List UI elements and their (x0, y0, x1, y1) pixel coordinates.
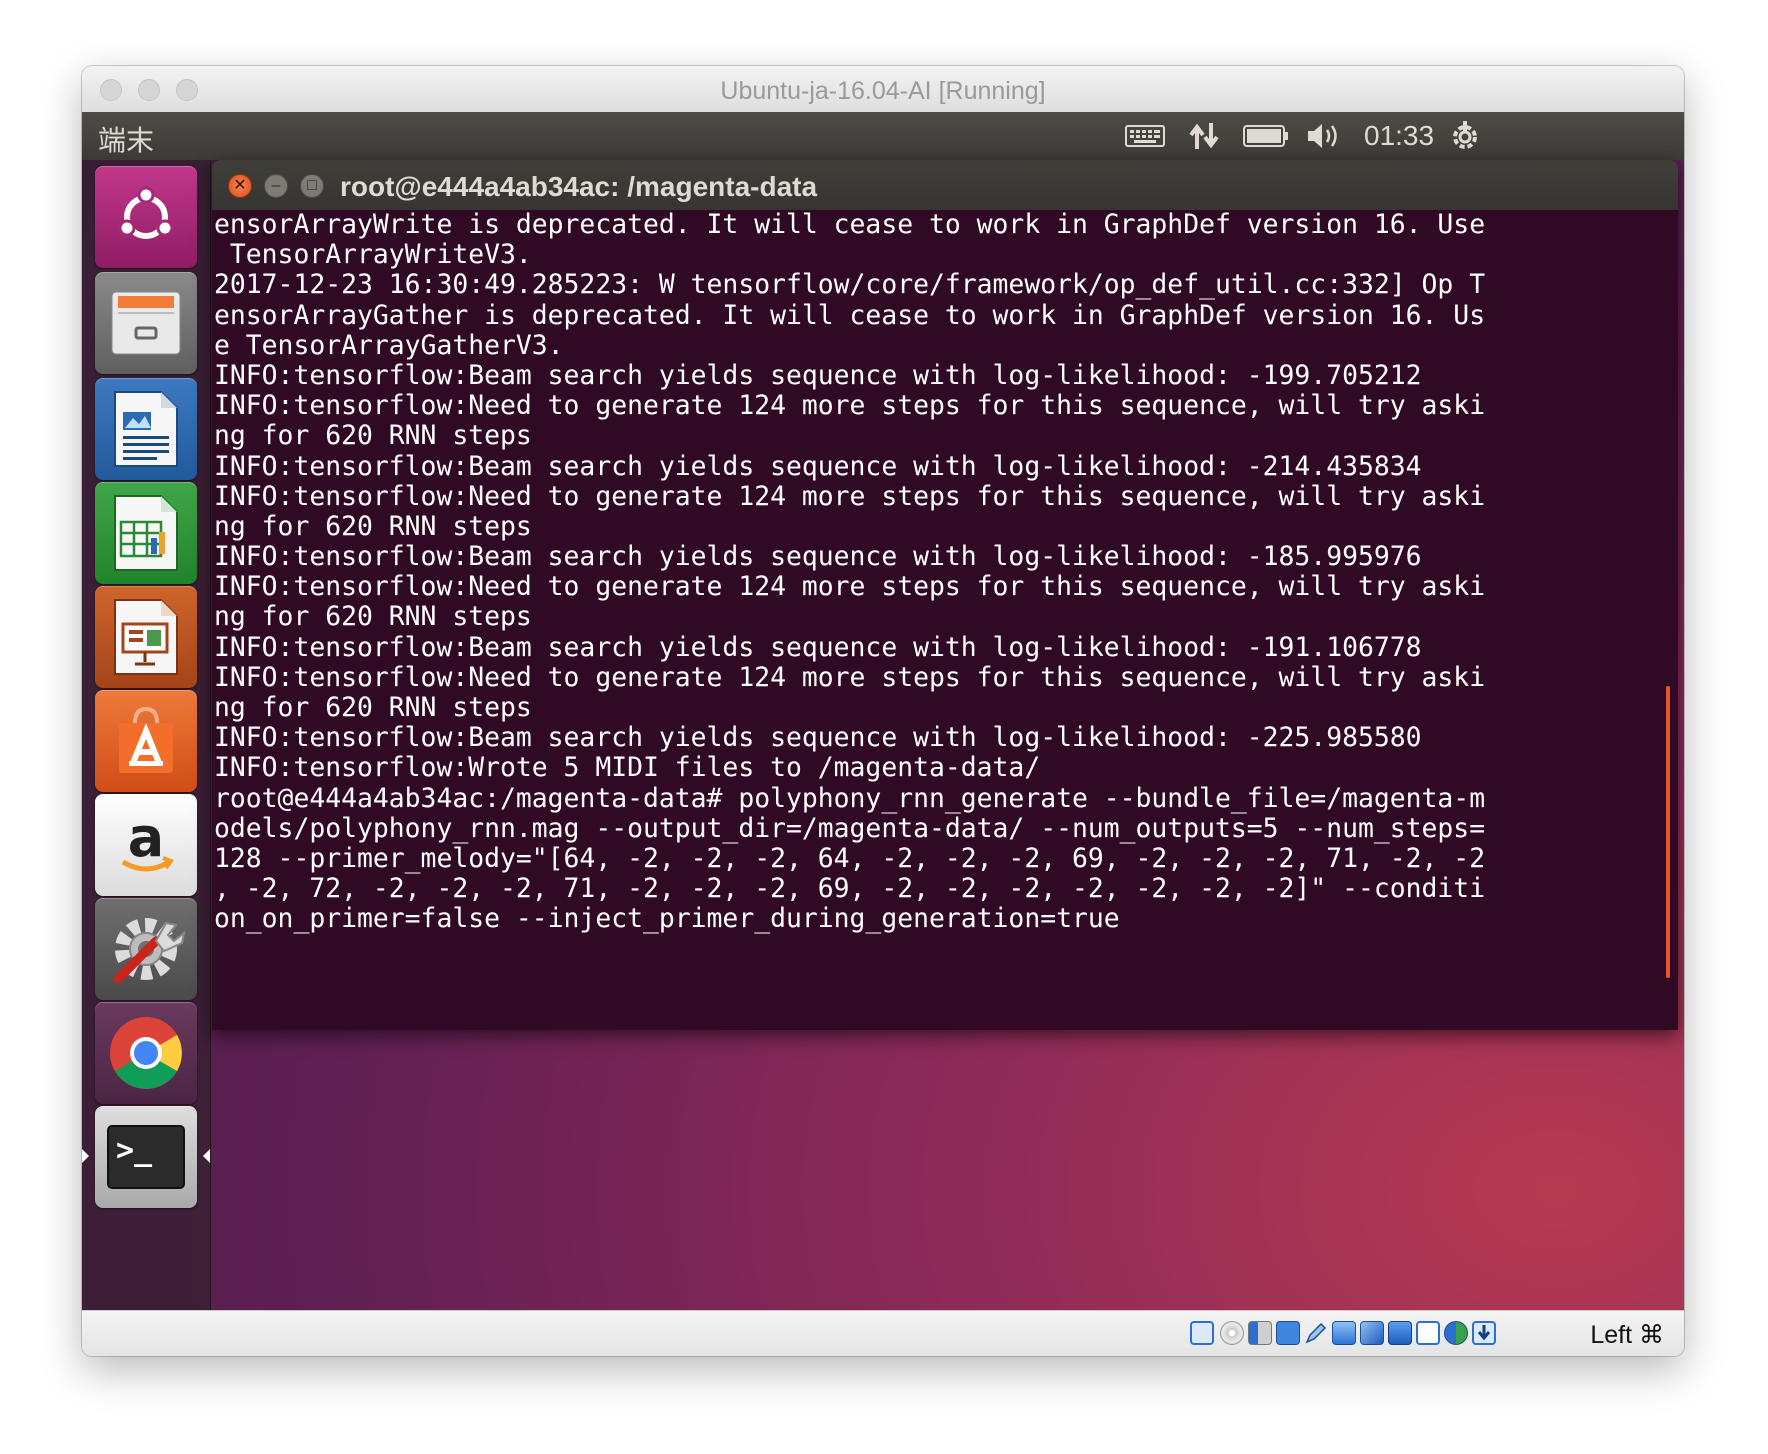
mouse-integration-icon[interactable] (1472, 1321, 1496, 1345)
virtualbox-window: Ubuntu-ja-16.04-AI [Running] 端末 01:33 a … (82, 66, 1684, 1356)
terminal-line: ng for 620 RNN steps (214, 692, 532, 723)
terminal-line: on_on_primer=false --inject_primer_durin… (214, 903, 1120, 935)
terminal-line: TensorArrayWriteV3. (214, 239, 532, 271)
terminal-line: ng for 620 RNN steps (214, 420, 532, 452)
terminal-line: INFO:tensorflow:Beam search yields seque… (214, 541, 1422, 573)
ubuntu-dash-icon[interactable] (95, 166, 197, 268)
network-icon[interactable] (1186, 120, 1222, 152)
terminal-line: INFO:tensorflow:Wrote 5 MIDI files to /m… (214, 752, 1041, 784)
close-icon: ✕ (233, 177, 247, 194)
hard-disk-icon[interactable] (1190, 1321, 1214, 1345)
clock[interactable]: 01:33 (1364, 120, 1434, 152)
terminal-line: INFO:tensorflow:Need to generate 124 mor… (214, 571, 1486, 603)
amazon-logo-text: a (128, 810, 164, 869)
focused-indicator-right-icon (203, 1149, 210, 1163)
usb-pen-icon[interactable] (1304, 1321, 1328, 1345)
terminal-line: , -2, 72, -2, -2, -2, 71, -2, -2, -2, 69… (214, 873, 1486, 905)
terminal-line: INFO:tensorflow:Beam search yields seque… (214, 722, 1422, 754)
amazon-icon[interactable]: a (95, 794, 197, 896)
terminal-line: INFO:tensorflow:Need to generate 124 mor… (214, 390, 1486, 422)
volume-icon[interactable] (1304, 120, 1344, 152)
vbox-statusbar: Left ⌘ (82, 1310, 1684, 1356)
terminal-title: root@e444a4ab34ac: /magenta-data (340, 171, 818, 202)
terminal-line: INFO:tensorflow:Beam search yields seque… (214, 450, 1422, 482)
terminal-line: ng for 620 RNN steps (214, 510, 532, 542)
minimize-icon: – (271, 177, 281, 194)
mac-titlebar[interactable]: Ubuntu-ja-16.04-AI [Running] (82, 66, 1684, 113)
terminal-scrollbar[interactable] (1666, 686, 1670, 978)
terminal-line: ensorArrayGather is deprecated. It will … (214, 299, 1486, 331)
terminal-minimize-button[interactable]: – (264, 174, 288, 198)
terminal-close-button[interactable]: ✕ (228, 174, 252, 198)
files-icon[interactable] (95, 272, 197, 374)
network-adapter-icon[interactable] (1276, 1321, 1300, 1345)
terminal-line: INFO:tensorflow:Beam search yields seque… (214, 631, 1422, 663)
optical-drive-icon[interactable] (1220, 1321, 1244, 1345)
terminal-line: e TensorArrayGatherV3. (214, 329, 564, 361)
terminal-line: ng for 620 RNN steps (214, 601, 532, 633)
cpu-icon[interactable] (1416, 1321, 1440, 1345)
ubuntu-desktop: 端末 01:33 a >_ ✕ – □ root@e444a4ab34ac: /… (82, 112, 1684, 1310)
guest-additions-icon[interactable] (1444, 1321, 1468, 1345)
terminal-line: INFO:tensorflow:Need to generate 124 mor… (214, 480, 1486, 512)
shared-folders-icon[interactable] (1332, 1321, 1356, 1345)
terminal-line: INFO:tensorflow:Need to generate 124 mor… (214, 661, 1486, 693)
terminal-line: 128 --primer_melody="[64, -2, -2, -2, 64… (214, 842, 1486, 874)
terminal-line: 2017-12-23 16:30:49.285223: W tensorflow… (214, 269, 1486, 301)
terminal-window[interactable]: ✕ – □ root@e444a4ab34ac: /magenta-data e… (212, 160, 1678, 1030)
power-gear-icon[interactable] (1448, 120, 1482, 152)
calc-icon[interactable] (95, 482, 197, 584)
video-capture-icon[interactable] (1388, 1321, 1412, 1345)
terminal-output[interactable]: ensorArrayWrite is deprecated. It will c… (214, 210, 1654, 1028)
running-indicator-left-icon (82, 1149, 89, 1163)
terminal-line: ensorArrayWrite is deprecated. It will c… (214, 210, 1486, 240)
chrome-icon[interactable] (95, 1002, 197, 1104)
system-settings-icon[interactable] (95, 898, 197, 1000)
unity-launcher: a >_ (82, 160, 211, 1310)
display-icon[interactable] (1360, 1321, 1384, 1345)
maximize-icon: □ (307, 177, 317, 194)
impress-icon[interactable] (95, 586, 197, 688)
audio-icon[interactable] (1248, 1321, 1272, 1345)
active-app-name: 端末 (98, 125, 155, 156)
battery-icon[interactable] (1242, 120, 1290, 152)
host-key-label[interactable]: Left ⌘ (1590, 1320, 1664, 1350)
window-title: Ubuntu-ja-16.04-AI [Running] (720, 77, 1046, 105)
terminal-icon[interactable]: >_ (95, 1106, 197, 1208)
terminal-line: root@e444a4ab34ac:/magenta-data# polypho… (214, 782, 1486, 814)
software-center-icon[interactable] (95, 690, 197, 792)
terminal-line: INFO:tensorflow:Beam search yields seque… (214, 359, 1422, 391)
terminal-titlebar[interactable]: ✕ – □ root@e444a4ab34ac: /magenta-data (212, 160, 1678, 210)
terminal-line: odels/polyphony_rnn.mag --output_dir=/ma… (214, 812, 1486, 844)
keyboard-indicator-icon[interactable] (1124, 120, 1166, 152)
terminal-prompt-glyph: >_ (116, 1133, 153, 1168)
top-panel: 端末 01:33 (82, 112, 1684, 160)
writer-icon[interactable] (95, 378, 197, 480)
terminal-maximize-button[interactable]: □ (300, 174, 324, 198)
